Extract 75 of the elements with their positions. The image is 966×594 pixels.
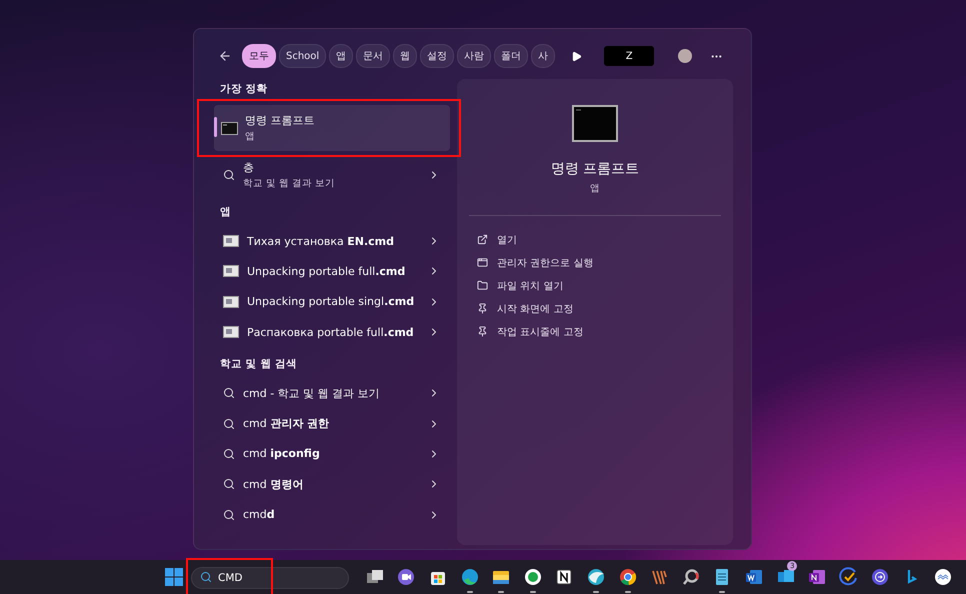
filter-tab[interactable]: 폴더: [494, 44, 528, 68]
preview-action[interactable]: 열기: [477, 228, 733, 251]
pin-icon: [477, 326, 488, 337]
app-result-row[interactable]: Unpacking portable full.cmd: [214, 256, 450, 287]
search-icon: [200, 571, 212, 583]
app-result-row[interactable]: Unpacking portable singl.cmd: [214, 286, 450, 317]
item-subtitle: 앱: [245, 130, 256, 143]
file-icon: [223, 296, 239, 308]
filter-tab[interactable]: 문서: [356, 44, 390, 68]
app-result-row[interactable]: Тихая установка EN.cmd: [214, 226, 450, 256]
app-name: Unpacking portable full.cmd: [247, 264, 406, 278]
preview-action[interactable]: 관리자 권한으로 실행: [477, 251, 733, 274]
window-icon: [477, 257, 488, 268]
search-suggestion: cmdd: [243, 508, 276, 522]
search-suggestion: cmd 명령어: [243, 476, 304, 492]
section-heading: 앱: [219, 205, 232, 220]
item-title: 명령 프롬프트: [245, 113, 314, 128]
search-suggestion: cmd - 학교 및 웹 결과 보기: [243, 386, 381, 401]
round-app-icon[interactable]: [933, 567, 954, 587]
search-icon: [223, 508, 235, 521]
windows-logo-icon[interactable]: [165, 568, 183, 586]
external-link-icon: [477, 234, 488, 245]
search-icon: [223, 448, 235, 460]
preview-subtitle: 앱: [590, 182, 600, 195]
chrome-icon[interactable]: [618, 567, 638, 587]
file-icon: [223, 235, 239, 248]
web-search-row[interactable]: cmdd: [214, 499, 450, 530]
preview-title: 명령 프롬프트: [550, 160, 640, 178]
terminal-icon: [221, 122, 238, 134]
filter-tab[interactable]: 사: [531, 44, 556, 68]
filter-tab[interactable]: 웹: [393, 44, 418, 68]
folder-icon: [477, 280, 488, 291]
pin-icon: [477, 303, 488, 314]
web-search-row[interactable]: cmd ipconfig: [214, 438, 450, 470]
filter-tab[interactable]: 설정: [420, 44, 454, 68]
notion-n-icon[interactable]: [554, 567, 574, 587]
chat-icon[interactable]: [396, 567, 416, 587]
web-search-row[interactable]: cmd 관리자 권한: [214, 408, 450, 439]
file-icon: [223, 326, 239, 338]
onenote-n-icon[interactable]: [807, 567, 828, 587]
section-heading: 가장 정확: [219, 82, 269, 97]
terminal-icon: [572, 105, 618, 142]
web-search-row[interactable]: cmd - 학교 및 웹 결과 보기: [214, 378, 450, 408]
search-icon: [223, 169, 235, 181]
suggestion-subtitle: 학교 및 웹 결과 보기: [243, 177, 336, 190]
search-icon: [223, 418, 235, 430]
filter-tab[interactable]: 모두: [242, 44, 276, 68]
search-icon: [223, 387, 235, 400]
web-suggestion-row[interactable]: 층 학교 및 웹 결과 보기: [214, 159, 450, 191]
preview-action[interactable]: 시작 화면에 고정: [477, 297, 733, 320]
play-icon[interactable]: [571, 50, 582, 62]
app-name: Распаковка portable full.cmd: [247, 326, 415, 339]
search-field[interactable]: CMD: [191, 567, 349, 589]
avatar[interactable]: [678, 49, 692, 63]
filter-tab[interactable]: 앱: [329, 44, 354, 68]
search-icon: [223, 478, 235, 490]
best-match-item[interactable]: 명령 프롬프트 앱: [214, 105, 450, 151]
app-name: Тихая установка EN.cmd: [247, 234, 395, 248]
filter-tab[interactable]: School: [279, 44, 326, 68]
search-suggestion: cmd ipconfig: [243, 447, 321, 460]
suggestion-title: 층: [243, 160, 255, 175]
account-label[interactable]: Z: [604, 46, 654, 66]
back-arrow-icon[interactable]: [218, 49, 232, 63]
app-name: Unpacking portable singl.cmd: [247, 295, 416, 308]
preview-action[interactable]: 파일 위치 열기: [477, 274, 733, 297]
arrow-circle-icon[interactable]: [870, 567, 890, 587]
section-heading: 학교 및 웹 검색: [219, 357, 298, 372]
file-icon: [223, 265, 239, 278]
web-search-row[interactable]: cmd 명령어: [214, 469, 450, 500]
word-w-icon[interactable]: [744, 567, 764, 587]
filter-tab[interactable]: 사람: [457, 44, 492, 68]
search-suggestion: cmd 관리자 권한: [243, 416, 330, 432]
checkmark-circle-icon[interactable]: [838, 567, 859, 587]
app-result-row[interactable]: Распаковка portable full.cmd: [214, 316, 450, 348]
preview-action[interactable]: 작업 표시줄에 고정: [477, 320, 733, 343]
